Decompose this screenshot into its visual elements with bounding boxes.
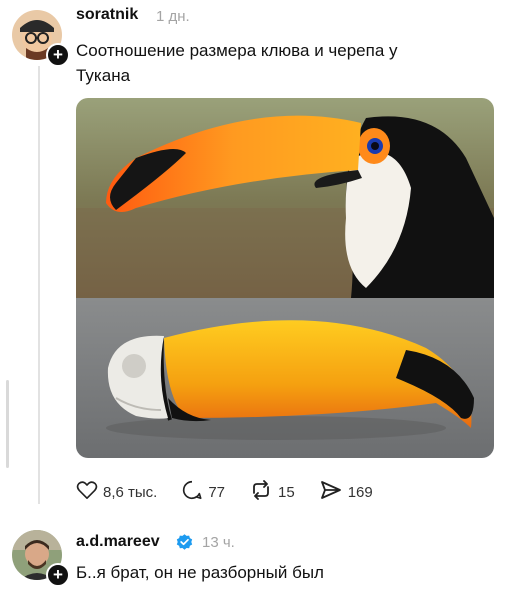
like-count: 8,6 тыс. (103, 483, 158, 501)
post-time: 1 дн. (156, 8, 190, 25)
follow-button[interactable]: + (46, 43, 70, 67)
reply-follow-button[interactable]: + (46, 563, 70, 587)
repost-button[interactable]: 15 (249, 479, 295, 505)
share-count: 169 (347, 483, 373, 501)
comment-count: 77 (208, 483, 226, 501)
comment-icon (181, 479, 208, 505)
post-image[interactable] (76, 98, 494, 458)
send-icon (319, 479, 348, 505)
like-button[interactable]: 8,6 тыс. (76, 480, 157, 504)
repost-icon (249, 479, 278, 505)
post-text: Соотношение размера клюва и черепа у Тук… (76, 41, 398, 85)
reply-username[interactable]: a.d.mareev (76, 533, 160, 551)
thread-line (38, 66, 40, 504)
post-username[interactable]: soratnik (76, 6, 138, 24)
reply-text: Б..я брат, он не разборный был (76, 563, 324, 582)
heart-icon (76, 480, 103, 504)
share-button[interactable]: 169 (319, 479, 373, 505)
scrollbar[interactable] (6, 380, 9, 468)
post-actions: 8,6 тыс. 77 15 169 (76, 478, 397, 506)
verified-badge-icon (175, 533, 194, 557)
comment-button[interactable]: 77 (181, 479, 225, 505)
reply-time: 13 ч. (202, 534, 235, 551)
repost-count: 15 (278, 483, 295, 501)
